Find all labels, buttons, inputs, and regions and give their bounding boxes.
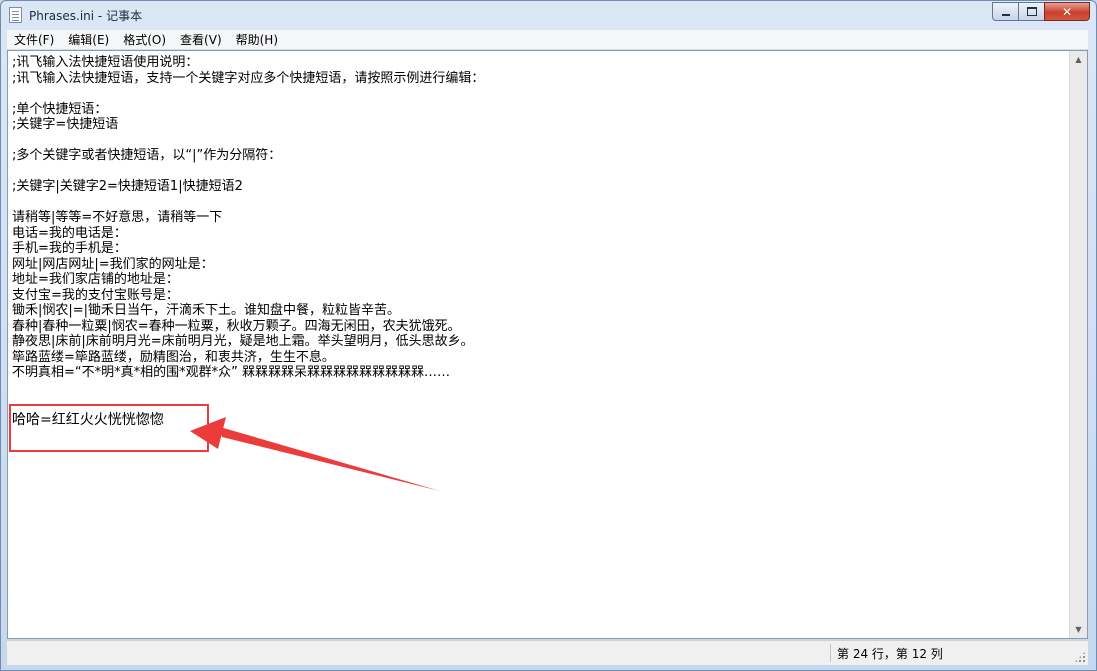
caption-buttons: ✕	[992, 2, 1090, 21]
text-line: 锄禾|悯农|=|锄禾日当午，汗滴禾下土。谁知盘中餐，粒粒皆辛苦。	[12, 303, 401, 318]
text-line: ;单个快捷短语：	[12, 101, 108, 117]
title-bar[interactable]: Phrases.ini - 记事本 ✕	[1, 1, 1096, 31]
text-line: 地址=我们家店铺的地址是：	[12, 272, 179, 287]
status-bar: 第 24 行，第 12 列	[7, 640, 1088, 665]
menu-file[interactable]: 文件(F)	[7, 31, 61, 48]
vertical-scrollbar[interactable]: ▲ ▼	[1069, 51, 1087, 638]
menu-bar: 文件(F) 编辑(E) 格式(O) 查看(V) 帮助(H)	[7, 30, 1088, 50]
close-icon: ✕	[1061, 4, 1073, 19]
scroll-down-icon[interactable]: ▼	[1070, 621, 1087, 638]
text-line: 筚路蓝缕=筚路蓝缕，励精图治，和衷共济，生生不息。	[12, 349, 335, 365]
text-line: 请稍等|等等=不好意思，请稍等一下	[12, 210, 223, 225]
text-line	[12, 133, 1072, 149]
text-line: 支付宝=我的支付宝账号是：	[12, 287, 179, 303]
minimize-icon	[1001, 13, 1010, 16]
text-line	[12, 86, 1072, 102]
menu-view[interactable]: 查看(V)	[173, 31, 229, 48]
cursor-position: 第 24 行，第 12 列	[837, 647, 943, 661]
scroll-up-icon[interactable]: ▲	[1070, 51, 1087, 68]
text-line: ;讯飞输入法快捷短语，支持一个关键字对应多个快捷短语，请按照示例进行编辑：	[12, 70, 485, 86]
maximize-icon	[1026, 7, 1037, 16]
text-line: ;关键字|关键字2=快捷短语1|快捷短语2	[12, 179, 243, 194]
minimize-button[interactable]	[992, 2, 1018, 21]
menu-help[interactable]: 帮助(H)	[229, 31, 285, 48]
text-editor[interactable]: ;讯飞输入法快捷短语使用说明： ;讯飞输入法快捷短语，支持一个关键字对应多个快捷短…	[7, 50, 1088, 639]
window-title: Phrases.ini - 记事本	[29, 9, 143, 23]
text-line: 不明真相=“不*明*真*相的围*观群*众” 槑槑槑槑呆槑槑槑槑槑槑槑槑槑……	[12, 365, 450, 380]
text-line: 网址|网店网址|=我们家的网址是：	[12, 256, 214, 272]
maximize-button[interactable]	[1018, 2, 1044, 21]
close-button[interactable]: ✕	[1044, 2, 1090, 21]
text-line: 电话=我的电话是：	[12, 225, 127, 241]
text-line: ;关键字=快捷短语	[12, 117, 119, 132]
text-line	[12, 195, 1072, 211]
menu-edit[interactable]: 编辑(E)	[61, 31, 116, 48]
annotation-highlight-box	[9, 404, 209, 452]
text-line: 手机=我的手机是：	[12, 241, 127, 256]
resize-grip-icon[interactable]	[1074, 651, 1086, 663]
editor-text-area[interactable]: ;讯飞输入法快捷短语使用说明： ;讯飞输入法快捷短语，支持一个关键字对应多个快捷短…	[12, 55, 1072, 635]
text-line: 静夜思|床前|床前明月光=床前明月光，疑是地上霜。举头望明月，低头思故乡。	[12, 334, 474, 349]
text-line: ;多个关键字或者快捷短语，以“|”作为分隔符：	[12, 148, 282, 163]
text-line: ;讯飞输入法快捷短语使用说明：	[12, 55, 199, 70]
notepad-icon	[9, 7, 22, 23]
text-line: 春种|春种一粒粟|悯农=春种一粒粟，秋收万颗子。四海无闲田，农夫犹饿死。	[12, 318, 461, 334]
menu-format[interactable]: 格式(O)	[116, 31, 173, 48]
text-line	[12, 164, 1072, 180]
text-line	[12, 381, 1072, 397]
status-divider	[830, 644, 831, 662]
